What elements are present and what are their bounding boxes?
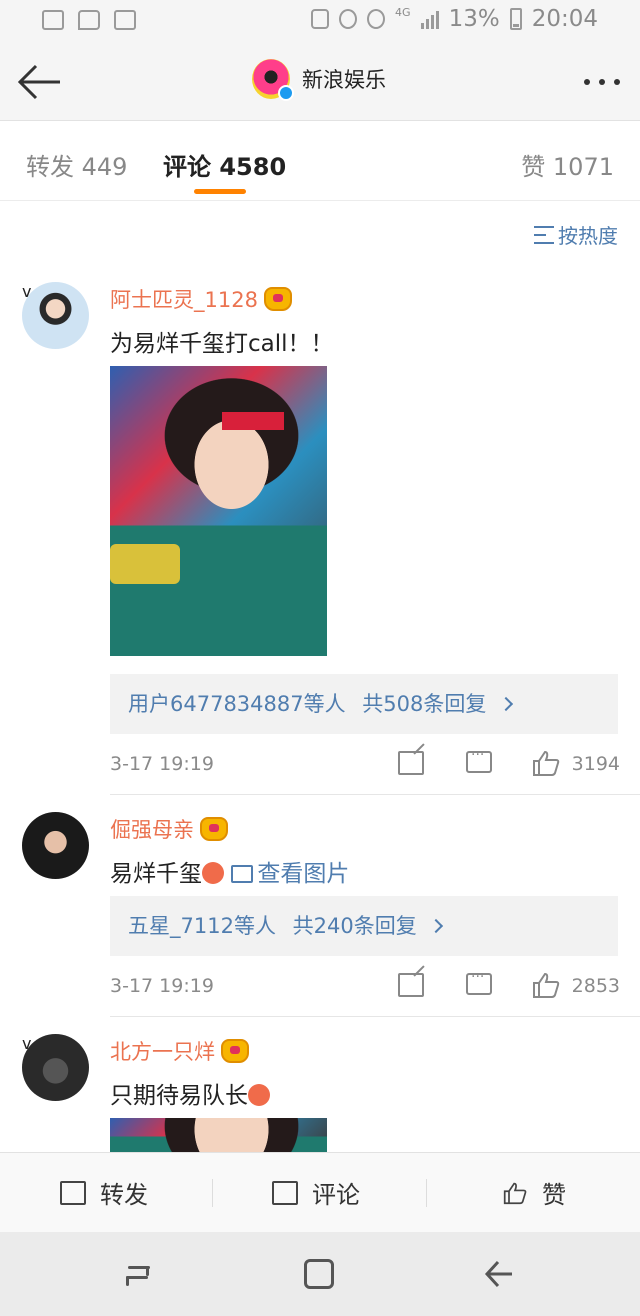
thumbs-up-icon[interactable] bbox=[532, 749, 560, 777]
battery-icon bbox=[509, 8, 522, 30]
document-notification-icon bbox=[114, 10, 136, 30]
like-count: 3194 bbox=[571, 753, 620, 775]
avatar bbox=[22, 1034, 89, 1101]
vip-crown-icon bbox=[200, 817, 228, 841]
chevron-right-icon bbox=[499, 696, 514, 712]
recent-apps-icon[interactable] bbox=[124, 1260, 152, 1288]
like-count: 2853 bbox=[571, 975, 620, 997]
alarm-icon bbox=[339, 9, 358, 29]
share-icon[interactable] bbox=[398, 751, 424, 775]
sort-label: 按热度 bbox=[558, 224, 618, 248]
comment-username[interactable]: 北方一只烊 bbox=[110, 1036, 249, 1066]
chevron-right-icon bbox=[429, 918, 444, 934]
comment-meta: 3-17 19:19 2853 bbox=[110, 969, 620, 1003]
tab-repost[interactable]: 转发 449 bbox=[26, 147, 127, 182]
sort-icon bbox=[534, 225, 554, 244]
wifi-icon bbox=[367, 9, 386, 29]
comment-time: 3-17 19:19 bbox=[110, 753, 214, 775]
comment-photo[interactable] bbox=[110, 1118, 327, 1152]
vip-crown-icon bbox=[263, 287, 292, 311]
comment-time: 3-17 19:19 bbox=[110, 975, 214, 997]
account-name: 新浪娱乐 bbox=[302, 68, 386, 92]
comment-avatar[interactable]: v bbox=[22, 282, 94, 354]
back-icon[interactable] bbox=[484, 1258, 514, 1290]
network-type: 4G bbox=[395, 6, 411, 19]
comment-username[interactable]: 阿士匹灵_1128 bbox=[110, 284, 292, 314]
comment-photo[interactable] bbox=[110, 366, 327, 656]
image-icon bbox=[231, 865, 254, 883]
comment-avatar[interactable]: v bbox=[22, 1034, 94, 1106]
status-bar: 4G 13% 20:04 bbox=[0, 0, 640, 44]
thumbs-up-icon[interactable] bbox=[532, 971, 560, 999]
account-avatar bbox=[252, 59, 294, 101]
comment-text: 易烊千玺 查看图片 bbox=[110, 861, 350, 887]
home-icon[interactable] bbox=[304, 1259, 334, 1289]
signal-icon bbox=[420, 9, 439, 29]
clock: 20:04 bbox=[531, 6, 598, 32]
comment-button[interactable]: 评论 bbox=[272, 1175, 640, 1210]
battery-percent: 13% bbox=[448, 6, 500, 32]
view-image-link[interactable]: 查看图片 bbox=[231, 861, 349, 887]
comment-text: 只期待易队长 bbox=[110, 1076, 270, 1110]
active-tab-indicator bbox=[194, 189, 246, 194]
comment-text: 为易烊千玺打call！！ bbox=[110, 331, 334, 357]
emoji-icon bbox=[202, 862, 224, 884]
reply-icon[interactable] bbox=[466, 969, 492, 995]
account-header[interactable]: 新浪娱乐 bbox=[252, 59, 386, 101]
reply-summary[interactable]: 用户6477834887等人 共508条回复 bbox=[110, 674, 618, 734]
message-notification-icon bbox=[78, 10, 100, 30]
share-icon[interactable] bbox=[398, 973, 424, 997]
repost-icon bbox=[60, 1180, 86, 1205]
comment-divider bbox=[110, 1016, 640, 1017]
bottom-action-bar: 转发 评论 赞 bbox=[0, 1152, 640, 1232]
gallery-notification-icon bbox=[42, 10, 64, 30]
vip-crown-icon bbox=[221, 1039, 249, 1063]
like-button[interactable]: 赞 bbox=[502, 1175, 566, 1210]
comment-avatar[interactable] bbox=[22, 812, 94, 884]
sort-by-hot-button[interactable]: 按热度 bbox=[534, 220, 618, 249]
repost-button[interactable]: 转发 bbox=[60, 1175, 148, 1210]
verified-badge-icon bbox=[278, 85, 294, 101]
comment-divider bbox=[110, 794, 640, 795]
system-nav-bar bbox=[0, 1232, 640, 1316]
tab-bar: 转发 449 评论 4580 赞 1071 bbox=[0, 121, 640, 201]
thumbs-up-icon bbox=[503, 1182, 527, 1204]
reply-summary[interactable]: 五星_7112等人 共240条回复 bbox=[110, 896, 618, 956]
back-arrow-icon[interactable] bbox=[16, 62, 62, 102]
avatar bbox=[22, 812, 89, 879]
emoji-icon bbox=[248, 1084, 270, 1106]
avatar bbox=[22, 282, 89, 349]
comment-icon bbox=[272, 1180, 298, 1205]
comment-username[interactable]: 倔强母亲 bbox=[110, 814, 228, 844]
tab-like[interactable]: 赞 1071 bbox=[521, 147, 614, 182]
storage-icon bbox=[311, 9, 330, 29]
top-nav: 新浪娱乐 bbox=[0, 44, 640, 121]
reply-icon[interactable] bbox=[466, 747, 492, 773]
comment-meta: 3-17 19:19 3194 bbox=[110, 747, 620, 781]
more-options-icon[interactable] bbox=[584, 79, 620, 85]
